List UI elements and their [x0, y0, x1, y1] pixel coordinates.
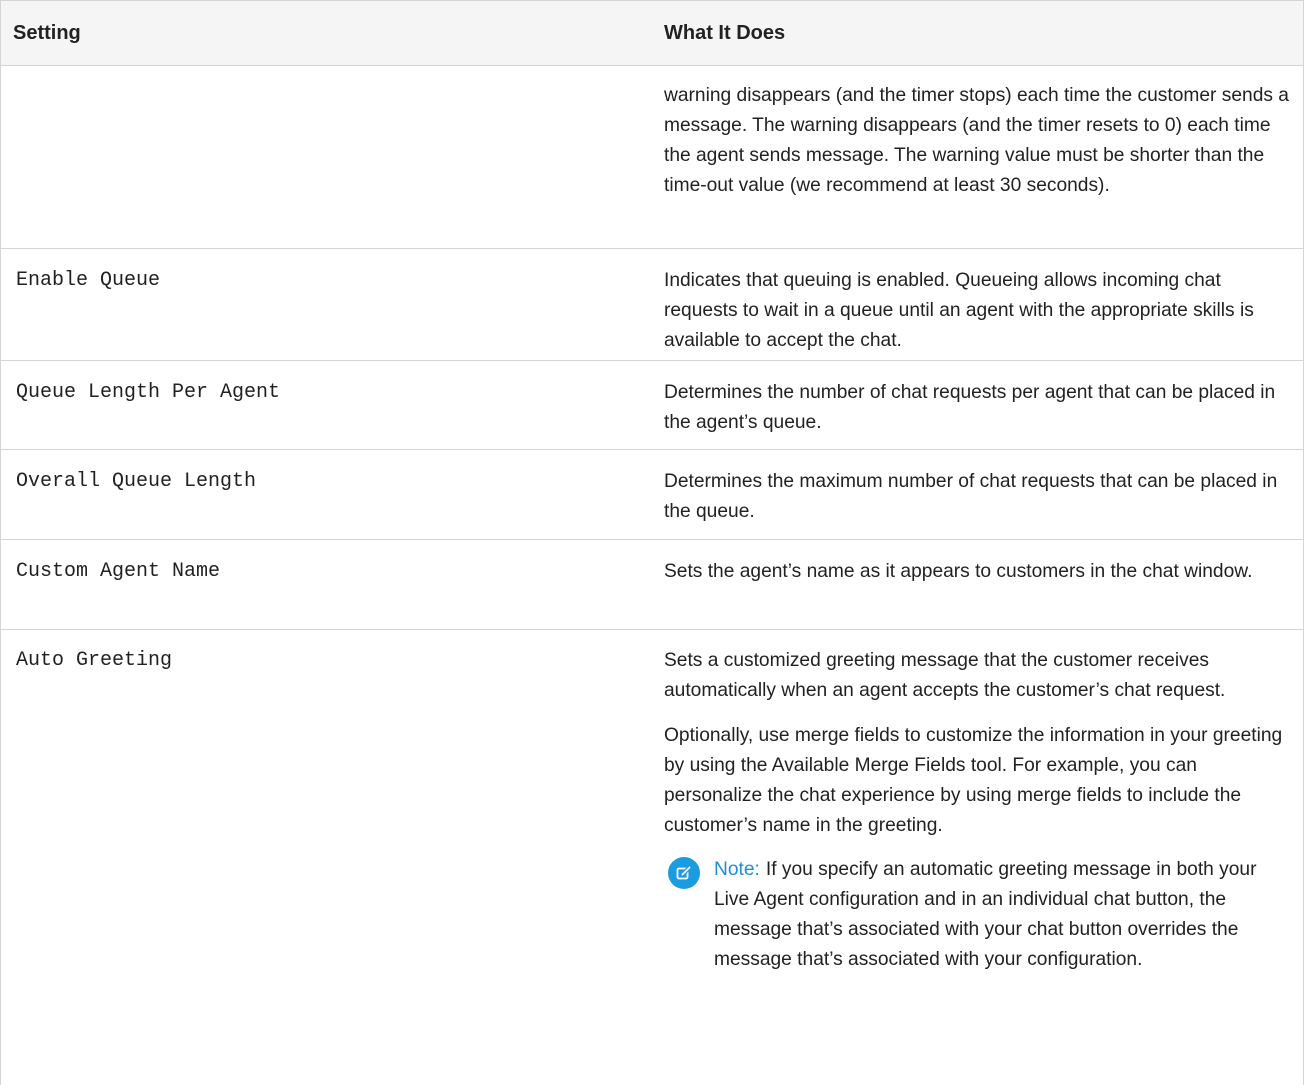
table-row: warning disappears (and the timer stops)… [1, 66, 1303, 249]
note-text: If you specify an automatic greeting mes… [714, 859, 1257, 970]
setting-cell: Enable Queue [1, 249, 664, 360]
description-text: Determines the maximum number of chat re… [664, 471, 1278, 522]
note-callout: Note: If you specify an automatic greetin… [664, 855, 1292, 975]
edit-note-icon [668, 857, 700, 889]
setting-name: Enable Queue [16, 269, 161, 292]
description-cell: Determines the number of chat requests p… [664, 361, 1304, 449]
setting-cell [1, 66, 664, 248]
description-text: Indicates that queuing is enabled. Queue… [664, 270, 1254, 351]
header-what-it-does: What It Does [664, 21, 786, 44]
setting-name: Auto Greeting [16, 649, 173, 672]
note-body: Note: If you specify an automatic greetin… [714, 855, 1284, 975]
setting-name: Custom Agent Name [16, 560, 221, 583]
description-cell: Indicates that queuing is enabled. Queue… [664, 249, 1304, 360]
setting-name: Overall Queue Length [16, 470, 257, 493]
description-text: Sets a customized greeting message that … [664, 650, 1226, 701]
table-header: Setting What It Does [1, 0, 1303, 66]
description-cell: Sets a customized greeting message that … [664, 630, 1304, 1085]
description-cell: warning disappears (and the timer stops)… [664, 66, 1304, 248]
setting-cell: Custom Agent Name [1, 540, 664, 629]
setting-cell: Overall Queue Length [1, 450, 664, 539]
setting-name: Queue Length Per Agent [16, 381, 281, 404]
table-row: Custom Agent Name Sets the agent’s name … [1, 540, 1303, 630]
description-text: Determines the number of chat requests p… [664, 382, 1276, 433]
header-setting: Setting [13, 21, 81, 44]
settings-table: Setting What It Does warning disappears … [0, 0, 1304, 1085]
note-label: Note: [714, 859, 760, 880]
table-row: Queue Length Per Agent Determines the nu… [1, 361, 1303, 450]
table-row: Overall Queue Length Determines the maxi… [1, 450, 1303, 540]
description-cell: Determines the maximum number of chat re… [664, 450, 1304, 539]
description-cell: Sets the agent’s name as it appears to c… [664, 540, 1304, 629]
description-text: Sets the agent’s name as it appears to c… [664, 561, 1253, 582]
setting-cell: Auto Greeting [1, 630, 664, 1085]
setting-cell: Queue Length Per Agent [1, 361, 664, 449]
description-text: Optionally, use merge fields to customiz… [664, 725, 1283, 836]
table-row: Enable Queue Indicates that queuing is e… [1, 249, 1303, 361]
table-row: Auto Greeting Sets a customized greeting… [1, 630, 1303, 1085]
description-text: warning disappears (and the timer stops)… [664, 85, 1289, 196]
